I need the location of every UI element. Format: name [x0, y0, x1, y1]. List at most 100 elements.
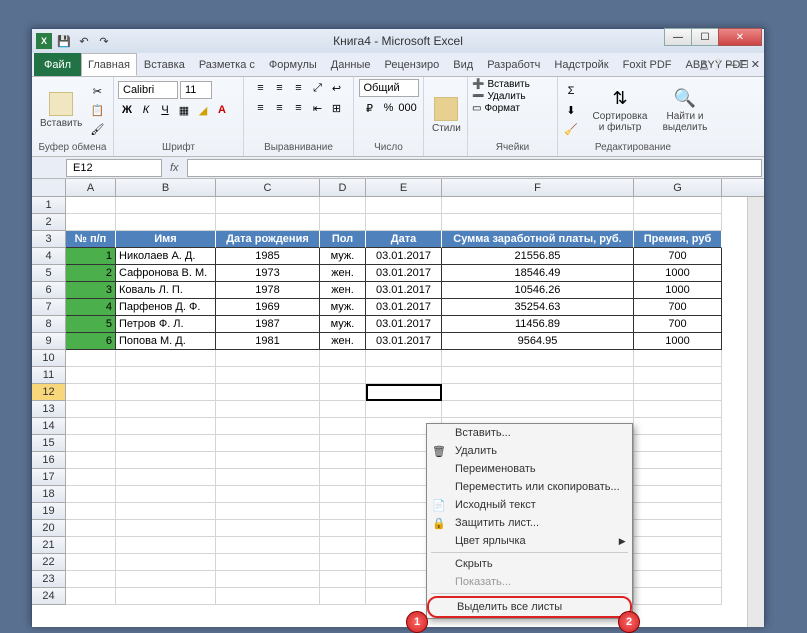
- doc-close-icon[interactable]: ✕: [751, 58, 760, 71]
- table-cell[interactable]: 10546.26: [442, 282, 634, 299]
- font-name-select[interactable]: [118, 81, 178, 99]
- table-cell[interactable]: 9564.95: [442, 333, 634, 350]
- table-cell[interactable]: 03.01.2017: [366, 265, 442, 282]
- autosum-icon[interactable]: Σ: [562, 82, 580, 100]
- table-cell[interactable]: 700: [634, 316, 722, 333]
- row-header[interactable]: 19: [32, 503, 66, 520]
- empty-cell[interactable]: [216, 469, 320, 486]
- file-tab[interactable]: Файл: [34, 53, 81, 76]
- empty-cell[interactable]: [634, 469, 722, 486]
- empty-cell[interactable]: [66, 588, 116, 605]
- empty-cell[interactable]: [66, 367, 116, 384]
- fill-color-icon[interactable]: ◢: [194, 101, 212, 119]
- save-icon[interactable]: 💾: [56, 33, 72, 49]
- empty-cell[interactable]: [366, 367, 442, 384]
- empty-cell[interactable]: [634, 214, 722, 231]
- table-cell[interactable]: 21556.85: [442, 248, 634, 265]
- table-cell[interactable]: 18546.49: [442, 265, 634, 282]
- empty-cell[interactable]: [320, 350, 366, 367]
- empty-cell[interactable]: [116, 384, 216, 401]
- comma-icon[interactable]: 000: [399, 99, 417, 117]
- bold-icon[interactable]: Ж: [118, 101, 136, 119]
- undo-icon[interactable]: ↶: [76, 33, 92, 49]
- table-header[interactable]: Премия, руб: [634, 231, 722, 248]
- empty-cell[interactable]: [116, 350, 216, 367]
- table-cell[interactable]: 3: [66, 282, 116, 299]
- empty-cell[interactable]: [634, 435, 722, 452]
- empty-cell[interactable]: [116, 503, 216, 520]
- empty-cell[interactable]: [116, 214, 216, 231]
- table-cell[interactable]: Петров Ф. Л.: [116, 316, 216, 333]
- empty-cell[interactable]: [442, 197, 634, 214]
- table-header[interactable]: Пол: [320, 231, 366, 248]
- empty-cell[interactable]: [320, 214, 366, 231]
- empty-cell[interactable]: [116, 197, 216, 214]
- empty-cell[interactable]: [320, 571, 366, 588]
- empty-cell[interactable]: [634, 486, 722, 503]
- empty-cell[interactable]: [66, 350, 116, 367]
- italic-icon[interactable]: К: [137, 101, 155, 119]
- wrap-text-icon[interactable]: ↩: [328, 79, 346, 97]
- help-icon[interactable]: ❔: [710, 58, 724, 71]
- empty-cell[interactable]: [116, 401, 216, 418]
- row-header[interactable]: 11: [32, 367, 66, 384]
- table-cell[interactable]: 1000: [634, 282, 722, 299]
- empty-cell[interactable]: [320, 197, 366, 214]
- empty-cell[interactable]: [320, 435, 366, 452]
- copy-icon[interactable]: 📋: [88, 101, 106, 119]
- table-cell[interactable]: 11456.89: [442, 316, 634, 333]
- empty-cell[interactable]: [116, 554, 216, 571]
- cm-select-all-sheets[interactable]: Выделить все листы: [427, 596, 632, 618]
- table-cell[interactable]: 1973: [216, 265, 320, 282]
- table-cell[interactable]: 1981: [216, 333, 320, 350]
- empty-cell[interactable]: [634, 367, 722, 384]
- table-cell[interactable]: муж.: [320, 316, 366, 333]
- align-middle-icon[interactable]: ≡: [271, 79, 289, 97]
- row-header[interactable]: 4: [32, 248, 66, 265]
- empty-cell[interactable]: [116, 537, 216, 554]
- empty-cell[interactable]: [66, 418, 116, 435]
- empty-cell[interactable]: [442, 401, 634, 418]
- row-header[interactable]: 12: [32, 384, 66, 401]
- empty-cell[interactable]: [634, 537, 722, 554]
- row-header[interactable]: 17: [32, 469, 66, 486]
- table-cell[interactable]: 1987: [216, 316, 320, 333]
- empty-cell[interactable]: [216, 384, 320, 401]
- orientation-icon[interactable]: ⤢: [309, 79, 327, 97]
- empty-cell[interactable]: [634, 503, 722, 520]
- empty-cell[interactable]: [216, 588, 320, 605]
- col-header-F[interactable]: F: [442, 179, 634, 196]
- table-cell[interactable]: 4: [66, 299, 116, 316]
- empty-cell[interactable]: [216, 350, 320, 367]
- empty-cell[interactable]: [216, 418, 320, 435]
- table-cell[interactable]: Коваль Л. П.: [116, 282, 216, 299]
- select-all-corner[interactable]: [32, 179, 66, 196]
- table-cell[interactable]: муж.: [320, 299, 366, 316]
- worksheet-grid[interactable]: A B C D E F G 12345678910111213141516171…: [32, 179, 764, 627]
- format-painter-icon[interactable]: 🖌: [88, 120, 106, 138]
- empty-cell[interactable]: [320, 418, 366, 435]
- align-right-icon[interactable]: ≡: [290, 99, 308, 117]
- table-cell[interactable]: жен.: [320, 265, 366, 282]
- empty-cell[interactable]: [66, 452, 116, 469]
- tab-formulas[interactable]: Формулы: [262, 53, 324, 76]
- tab-home[interactable]: Главная: [81, 53, 137, 76]
- table-cell[interactable]: 03.01.2017: [366, 282, 442, 299]
- table-header[interactable]: Имя: [116, 231, 216, 248]
- empty-cell[interactable]: [634, 384, 722, 401]
- insert-cells-button[interactable]: ➕Вставить: [472, 79, 530, 90]
- cm-hide[interactable]: Скрыть: [427, 555, 632, 573]
- table-cell[interactable]: 03.01.2017: [366, 248, 442, 265]
- col-header-B[interactable]: B: [116, 179, 216, 196]
- empty-cell[interactable]: [66, 554, 116, 571]
- empty-cell[interactable]: [366, 197, 442, 214]
- table-cell[interactable]: 03.01.2017: [366, 333, 442, 350]
- row-header[interactable]: 15: [32, 435, 66, 452]
- empty-cell[interactable]: [634, 520, 722, 537]
- table-cell[interactable]: 1000: [634, 265, 722, 282]
- empty-cell[interactable]: [634, 588, 722, 605]
- row-header[interactable]: 22: [32, 554, 66, 571]
- formula-input[interactable]: [187, 159, 762, 177]
- empty-cell[interactable]: [66, 571, 116, 588]
- row-header[interactable]: 10: [32, 350, 66, 367]
